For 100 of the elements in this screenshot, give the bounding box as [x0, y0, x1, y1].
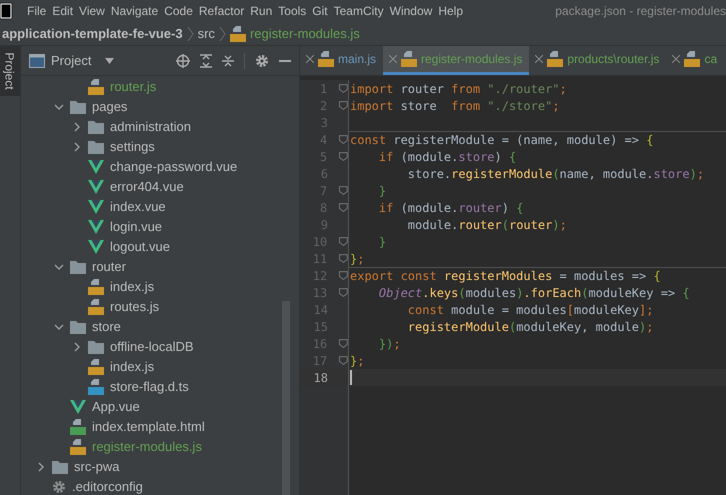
- breadcrumb-item[interactable]: register-modules.js: [250, 24, 360, 44]
- folder-icon: [70, 260, 86, 274]
- code-line: if (module.router) {: [378, 200, 524, 216]
- vue-file-icon: [88, 220, 104, 234]
- tree-item[interactable]: register-modules.js: [92, 437, 202, 457]
- vue-file-icon: [88, 200, 104, 214]
- code-line: };: [350, 250, 364, 268]
- project-panel-icon: [29, 54, 45, 68]
- html-file-icon: [70, 419, 86, 435]
- tree-item[interactable]: App.vue: [92, 397, 140, 417]
- fold-marker-icon[interactable]: [339, 339, 348, 348]
- js-file-icon: [88, 359, 104, 375]
- code-line: registerModule(moduleKey, module);: [406, 318, 654, 336]
- tab-label: main.js: [338, 51, 376, 68]
- js-file-icon: [88, 299, 104, 315]
- tree-item[interactable]: logout.vue: [110, 237, 170, 257]
- breadcrumb-item[interactable]: application-template-fe-vue-3: [0, 24, 183, 44]
- tree-item[interactable]: administration: [110, 117, 191, 137]
- js-file-icon: [88, 79, 104, 95]
- menu-item[interactable]: File: [24, 2, 50, 20]
- tree-item[interactable]: pages: [92, 97, 128, 117]
- folder-icon: [88, 140, 104, 154]
- fold-marker-icon[interactable]: [339, 135, 348, 144]
- code-line: }: [378, 182, 386, 200]
- fold-marker-icon[interactable]: [339, 356, 348, 365]
- chevron-right-icon[interactable]: [72, 342, 82, 352]
- tree-item[interactable]: index.js: [110, 277, 154, 297]
- expand-all-icon[interactable]: [200, 54, 212, 68]
- menu-item[interactable]: Refactor: [196, 2, 248, 20]
- code-line: });: [378, 336, 401, 352]
- tree-item[interactable]: change-password.vue: [110, 157, 238, 177]
- close-icon[interactable]: [389, 55, 398, 63]
- vue-file-icon: [88, 160, 104, 174]
- menu-item[interactable]: Edit: [49, 2, 76, 20]
- tree-item[interactable]: router.js: [110, 77, 156, 97]
- tree-item[interactable]: router: [92, 257, 126, 277]
- tree-item[interactable]: settings: [110, 137, 155, 157]
- close-icon[interactable]: [306, 55, 314, 63]
- fold-marker-icon[interactable]: [339, 237, 348, 246]
- breadcrumb-item[interactable]: src: [198, 24, 215, 44]
- project-tool-window-tab[interactable]: Project: [0, 46, 20, 96]
- js-file-icon: [547, 51, 564, 67]
- menu-item[interactable]: Tools: [275, 2, 310, 20]
- js-file-icon: [401, 51, 418, 67]
- close-icon[interactable]: [672, 55, 680, 63]
- folder-icon: [88, 120, 104, 134]
- code-line: Object.keys(modules).forEach(moduleKey => {: [378, 284, 690, 302]
- editor-tab[interactable]: ca: [666, 46, 724, 75]
- menu-item[interactable]: Window: [386, 2, 436, 20]
- tree-item[interactable]: index.vue: [110, 197, 166, 217]
- tree-item[interactable]: .editorconfig: [72, 477, 143, 495]
- ts-file-icon: [88, 379, 104, 395]
- menu-item[interactable]: Git: [309, 2, 331, 20]
- folder-icon: [88, 340, 104, 354]
- editor-tab[interactable]: main.js: [300, 46, 384, 75]
- menu-item[interactable]: View: [76, 2, 108, 20]
- panel-title[interactable]: Project: [51, 50, 92, 70]
- chevron-down-icon[interactable]: [54, 322, 64, 332]
- breadcrumb-separator-icon: [186, 26, 194, 42]
- tree-item[interactable]: index.template.html: [92, 417, 205, 437]
- menu-item[interactable]: Run: [247, 2, 276, 20]
- line-number: 18: [312, 370, 328, 386]
- menu-item[interactable]: Help: [435, 2, 466, 20]
- vue-file-icon: [88, 240, 104, 254]
- fold-marker-icon[interactable]: [339, 288, 348, 297]
- fold-marker-icon[interactable]: [339, 84, 348, 93]
- tree-item[interactable]: error404.vue: [110, 177, 184, 197]
- tree-item[interactable]: index.js: [110, 357, 154, 377]
- tab-label: ca: [704, 51, 718, 68]
- js-file-icon: [88, 279, 104, 295]
- menu-item[interactable]: Code: [161, 2, 196, 20]
- code-line: store.registerModule(name, module.store);: [406, 166, 704, 182]
- chevron-right-icon[interactable]: [36, 462, 46, 472]
- tree-item[interactable]: src-pwa: [74, 457, 120, 477]
- collapse-all-icon[interactable]: [222, 54, 234, 68]
- tree-item[interactable]: offline-localDB: [110, 337, 194, 357]
- tree-item[interactable]: store: [92, 317, 121, 337]
- fold-marker-icon[interactable]: [339, 203, 348, 212]
- chevron-down-icon[interactable]: [54, 262, 64, 272]
- fold-marker-icon[interactable]: [339, 186, 348, 195]
- settings-icon[interactable]: [255, 54, 269, 68]
- close-icon[interactable]: [535, 55, 544, 63]
- tab-label: register-modules.js: [421, 51, 522, 68]
- fold-marker-icon[interactable]: [339, 101, 348, 110]
- fold-marker-icon[interactable]: [339, 254, 348, 263]
- menu-item[interactable]: Navigate: [108, 2, 162, 20]
- tree-item[interactable]: login.vue: [110, 217, 162, 237]
- code-line: export const registerModules = modules => {: [350, 268, 661, 285]
- folder-icon: [52, 460, 68, 474]
- fold-marker-icon[interactable]: [339, 271, 348, 280]
- chevron-down-icon[interactable]: [54, 102, 64, 112]
- text-cursor: [350, 370, 352, 385]
- fold-marker-icon[interactable]: [339, 152, 348, 161]
- locate-icon[interactable]: [176, 54, 190, 68]
- menu-item[interactable]: TeamCity: [330, 2, 387, 20]
- code-line: import router from "./router";: [350, 80, 567, 98]
- tree-item[interactable]: store-flag.d.ts: [110, 377, 189, 397]
- editor-tab[interactable]: products\router.js: [529, 46, 666, 75]
- tree-item[interactable]: routes.js: [110, 297, 160, 317]
- dropdown-caret-icon[interactable]: [105, 58, 114, 64]
